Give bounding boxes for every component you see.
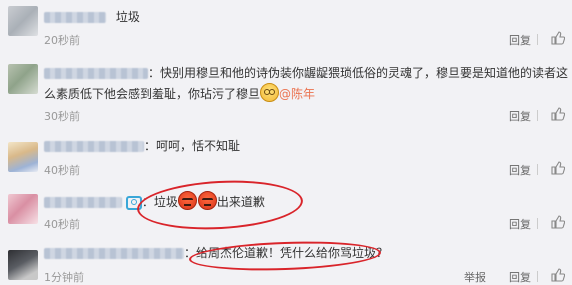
thumbs-up-icon[interactable] — [551, 268, 565, 282]
avatar[interactable] — [8, 250, 38, 280]
reply-button[interactable]: 回复 — [509, 32, 531, 48]
avatar[interactable] — [8, 64, 38, 94]
dizzy-face-emoji — [260, 83, 280, 102]
thumbs-up-icon[interactable] — [551, 215, 565, 229]
comment-text: 垃圾 — [115, 10, 140, 24]
comment-item: 垃圾 20秒前 回复 — [0, 0, 572, 48]
divider — [537, 218, 538, 229]
avatar[interactable] — [8, 6, 38, 36]
thumbs-up-icon[interactable] — [551, 161, 565, 175]
comment-text: ：呵呵，恬不知耻 — [144, 139, 241, 153]
reply-button[interactable]: 回复 — [509, 162, 531, 178]
username[interactable] — [44, 248, 184, 259]
thumbs-up-icon[interactable] — [551, 107, 565, 121]
reply-button[interactable]: 回复 — [509, 269, 531, 285]
reply-button[interactable]: 回复 — [509, 108, 531, 124]
divider — [537, 271, 538, 282]
reply-button[interactable]: 回复 — [509, 216, 531, 232]
username[interactable] — [44, 12, 106, 23]
comment-time: 30秒前 — [44, 110, 80, 123]
comment-time: 40秒前 — [44, 218, 80, 231]
comment-item: ：呵呵，恬不知耻 40秒前 回复 — [0, 132, 572, 178]
divider — [537, 34, 538, 45]
comment-time: 20秒前 — [44, 34, 80, 47]
avatar[interactable] — [8, 142, 38, 172]
mention-link[interactable]: @陈年 — [279, 87, 315, 101]
username[interactable] — [44, 197, 122, 208]
avatar[interactable] — [8, 194, 38, 224]
comment-time: 1分钟前 — [44, 271, 84, 284]
thumbs-up-icon[interactable] — [551, 31, 565, 45]
comment-item: ：快别用穆旦和他的诗伪装你龌龊猥琐低俗的灵魂了，穆旦要是知道他的读者这么素质低下… — [0, 56, 572, 126]
comment-time: 40秒前 — [44, 164, 80, 177]
divider — [537, 164, 538, 175]
username[interactable] — [44, 141, 144, 152]
divider — [537, 110, 538, 121]
username[interactable] — [44, 68, 148, 79]
report-button[interactable]: 举报 — [464, 269, 486, 285]
